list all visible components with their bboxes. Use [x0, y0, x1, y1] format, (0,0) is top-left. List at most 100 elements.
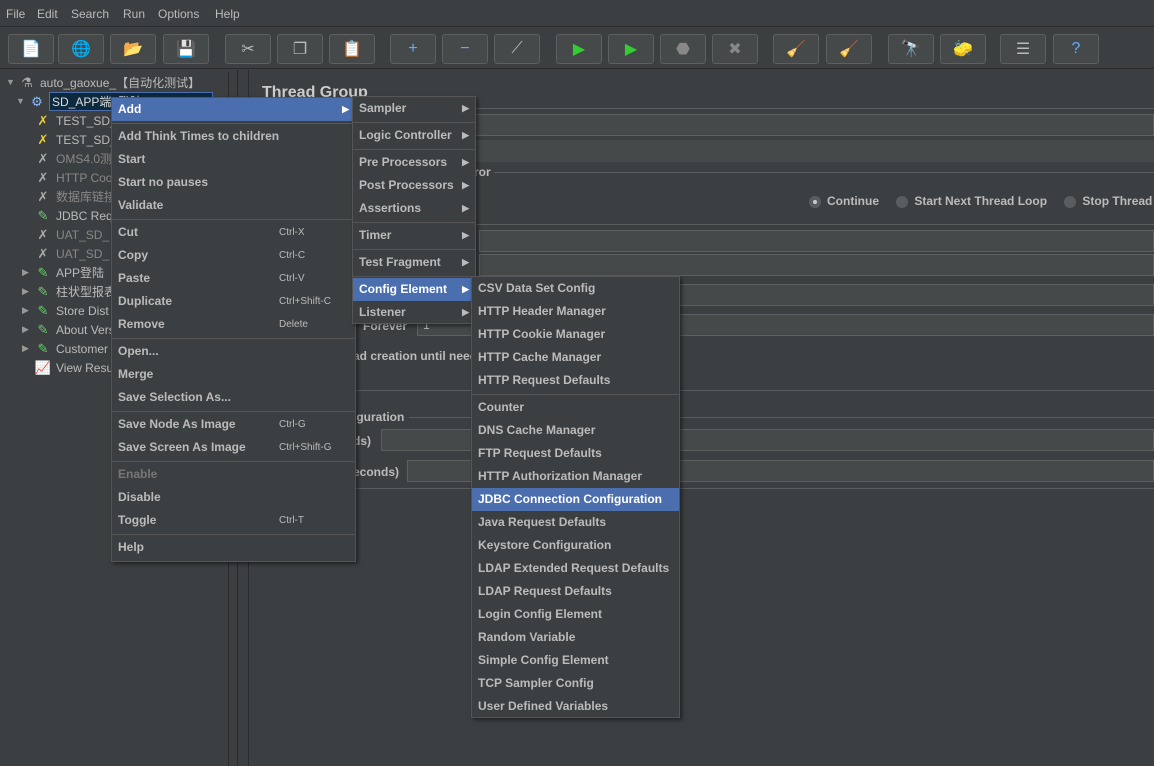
open-button[interactable]: 📂 [110, 34, 156, 64]
radio-stop-thread[interactable]: Stop Thread [1064, 194, 1152, 208]
menu-edit[interactable]: Edit [37, 7, 58, 21]
search-button[interactable]: 🔭 [888, 34, 934, 64]
function-helper-button[interactable]: ☰ [1000, 34, 1046, 64]
tree-node[interactable]: ✗ UAT_SD_ [34, 244, 110, 263]
menu-item-start-no-pauses[interactable]: Start no pauses [112, 171, 355, 194]
tree-node[interactable]: ✗ TEST_SD_ [34, 111, 117, 130]
config-menu-java-request-defaults[interactable]: Java Request Defaults [472, 511, 679, 534]
config-menu-dns-cache-manager[interactable]: DNS Cache Manager [472, 419, 679, 442]
templates-button[interactable]: 🌐 [58, 34, 104, 64]
radio-continue[interactable]: Continue [809, 194, 879, 208]
add-menu-sampler[interactable]: Sampler ▶ [353, 97, 475, 120]
menu-run[interactable]: Run [123, 7, 145, 21]
start-no-pauses-button[interactable]: ▶ [608, 34, 654, 64]
menu-item-merge[interactable]: Merge [112, 363, 355, 386]
menu-file[interactable]: File [6, 7, 25, 21]
menu-item-add[interactable]: Add ▶ [112, 98, 355, 121]
threads-field[interactable] [479, 230, 1154, 252]
add-menu-logic-controller[interactable]: Logic Controller ▶ [353, 124, 475, 147]
new-button[interactable]: 📄 [8, 34, 54, 64]
menu-help[interactable]: Help [215, 7, 240, 21]
config-menu-ldap-request-defaults[interactable]: LDAP Request Defaults [472, 580, 679, 603]
tree-node[interactable]: ✎ 柱状型报表 [34, 282, 116, 301]
config-menu-csv-data-set-config[interactable]: CSV Data Set Config [472, 277, 679, 300]
reset-search-button[interactable]: 🧽 [940, 34, 986, 64]
tree-node[interactable]: 📈 View Resu [34, 358, 113, 377]
cut-button[interactable]: ✂ [225, 34, 271, 64]
config-menu-http-cache-manager[interactable]: HTTP Cache Manager [472, 346, 679, 369]
copy-button[interactable]: ❐ [277, 34, 323, 64]
config-menu-ftp-request-defaults[interactable]: FTP Request Defaults [472, 442, 679, 465]
menu-item-save-node-as-image[interactable]: Save Node As Image Ctrl-G [112, 413, 355, 436]
config-menu-counter[interactable]: Counter [472, 396, 679, 419]
add-menu-assertions[interactable]: Assertions ▶ [353, 197, 475, 220]
menu-item-save-selection-as[interactable]: Save Selection As... [112, 386, 355, 409]
menu-item-validate[interactable]: Validate [112, 194, 355, 217]
tree-node[interactable]: ✗ HTTP Coo [34, 168, 113, 187]
tree-node[interactable]: ✎ About Vers [34, 320, 115, 339]
menu-item-remove[interactable]: Remove Delete [112, 313, 355, 336]
menu-item-paste[interactable]: Paste Ctrl-V [112, 267, 355, 290]
config-menu-simple-config-element[interactable]: Simple Config Element [472, 649, 679, 672]
config-menu-random-variable[interactable]: Random Variable [472, 626, 679, 649]
expand-toggle-icon[interactable]: ▼ [16, 96, 25, 106]
tree-node[interactable]: ✎ Store Dist [34, 301, 109, 320]
menu-item-toggle[interactable]: Toggle Ctrl-T [112, 509, 355, 532]
tree-node[interactable]: ✎ Customer [34, 339, 108, 358]
config-menu-ldap-extended-request-defaults[interactable]: LDAP Extended Request Defaults [472, 557, 679, 580]
tree-node[interactable]: ✎ APP登陆 [34, 263, 104, 282]
menu-item-help[interactable]: Help [112, 536, 355, 559]
expand-toggle-icon[interactable]: ▶ [22, 286, 29, 297]
expand-toggle-icon[interactable]: ▶ [22, 324, 29, 335]
expand-toggle-icon[interactable]: ▶ [22, 267, 29, 278]
add-menu-config-element[interactable]: Config Element ▶ [353, 278, 475, 301]
config-menu-http-authorization-manager[interactable]: HTTP Authorization Manager [472, 465, 679, 488]
add-menu-post-processors[interactable]: Post Processors ▶ [353, 174, 475, 197]
expand-button[interactable]: + [390, 34, 436, 64]
add-menu-test-fragment[interactable]: Test Fragment ▶ [353, 251, 475, 274]
add-menu-timer[interactable]: Timer ▶ [353, 224, 475, 247]
tree-node[interactable]: ✎ JDBC Req [34, 206, 113, 225]
save-button[interactable]: 💾 [163, 34, 209, 64]
menu-item-save-screen-as-image[interactable]: Save Screen As Image Ctrl+Shift-G [112, 436, 355, 459]
tree-node[interactable]: ⚗ auto_gaoxue_【自动化测试】 [18, 73, 200, 92]
toggle-button[interactable]: ⟋ [494, 34, 540, 64]
collapse-button[interactable]: − [442, 34, 488, 64]
config-menu-http-header-manager[interactable]: HTTP Header Manager [472, 300, 679, 323]
add-menu-pre-processors[interactable]: Pre Processors ▶ [353, 151, 475, 174]
config-menu-jdbc-connection-configuration[interactable]: JDBC Connection Configuration [472, 488, 679, 511]
clear-all-button[interactable]: 🧹 [826, 34, 872, 64]
config-menu-keystore-configuration[interactable]: Keystore Configuration [472, 534, 679, 557]
config-menu-http-request-defaults[interactable]: HTTP Request Defaults [472, 369, 679, 392]
menu-item-duplicate[interactable]: Duplicate Ctrl+Shift-C [112, 290, 355, 313]
config-menu-http-cookie-manager[interactable]: HTTP Cookie Manager [472, 323, 679, 346]
radio-start-next-thread-loop[interactable]: Start Next Thread Loop [896, 194, 1047, 208]
expand-toggle-icon[interactable]: ▼ [6, 77, 15, 87]
paste-button[interactable]: 📋 [329, 34, 375, 64]
expand-toggle-icon[interactable]: ▶ [22, 305, 29, 316]
menu-item-disable[interactable]: Disable [112, 486, 355, 509]
menu-search[interactable]: Search [71, 7, 109, 21]
delay-thread-creation-checkbox[interactable]: ad creation until need [353, 349, 477, 363]
expand-toggle-icon[interactable]: ▶ [22, 343, 29, 354]
menu-item-enable[interactable]: Enable [112, 463, 355, 486]
clear-button[interactable]: 🧹 [773, 34, 819, 64]
start-button[interactable]: ▶ [556, 34, 602, 64]
menu-options[interactable]: Options [158, 7, 199, 21]
shutdown-button[interactable]: ✖ [712, 34, 758, 64]
tree-node[interactable]: ✗ UAT_SD_ [34, 225, 110, 244]
config-menu-user-defined-variables[interactable]: User Defined Variables [472, 695, 679, 718]
help-button[interactable]: ? [1053, 34, 1099, 64]
ramp-up-field[interactable] [479, 254, 1154, 276]
add-menu-listener[interactable]: Listener ▶ [353, 301, 475, 324]
menu-item-open[interactable]: Open... [112, 340, 355, 363]
tree-node[interactable]: ✗ 数据库链接 [34, 187, 116, 206]
menu-item-add-think-times-to-children[interactable]: Add Think Times to children [112, 125, 355, 148]
tree-node[interactable]: ✗ TEST_SD_ [34, 130, 117, 149]
menu-item-cut[interactable]: Cut Ctrl-X [112, 221, 355, 244]
tree-node[interactable]: ✗ OMS4.0测 [34, 149, 112, 168]
menu-item-start[interactable]: Start [112, 148, 355, 171]
config-menu-tcp-sampler-config[interactable]: TCP Sampler Config [472, 672, 679, 695]
menu-item-copy[interactable]: Copy Ctrl-C [112, 244, 355, 267]
stop-button[interactable]: ⬣ [660, 34, 706, 64]
